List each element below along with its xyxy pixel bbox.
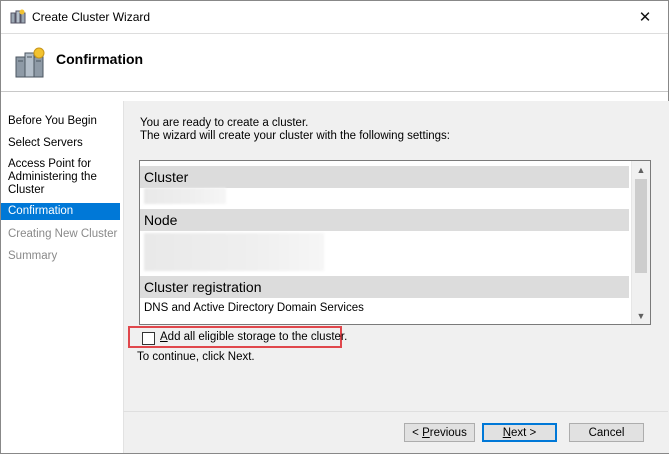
continue-hint: To continue, click Next. (137, 351, 255, 363)
cancel-button[interactable]: Cancel (569, 423, 644, 442)
section-heading-node: Node (140, 209, 629, 231)
step-creating-new-cluster: Creating New Cluster (8, 228, 118, 240)
cluster-app-icon (10, 9, 26, 24)
previous-button[interactable]: < Previous (404, 423, 475, 442)
step-select-servers[interactable]: Select Servers (8, 137, 83, 150)
next-accel: N (502, 426, 512, 439)
intro-line-1: You are ready to create a cluster. (140, 117, 309, 129)
intro-line-2: The wizard will create your cluster with… (140, 130, 450, 142)
scroll-down-icon[interactable]: ▼ (632, 307, 650, 324)
step-before-you-begin[interactable]: Before You Begin (8, 115, 97, 128)
wizard-steps-nav: Before You Begin Select Servers Access P… (1, 101, 123, 453)
step-access-point-line2[interactable]: Administering the (8, 171, 97, 184)
step-confirmation[interactable]: Confirmation (1, 203, 120, 220)
step-summary: Summary (8, 250, 58, 262)
close-button[interactable]: ✕ (622, 1, 668, 32)
wizard-header: Confirmation (1, 34, 668, 92)
scroll-up-icon[interactable]: ▲ (632, 161, 650, 178)
add-storage-checkbox[interactable] (142, 332, 155, 345)
button-divider (123, 411, 668, 412)
vertical-scrollbar[interactable]: ▲ ▼ (631, 161, 650, 324)
previous-prefix: < (412, 426, 423, 439)
next-button[interactable]: Next > (482, 423, 557, 442)
cluster-servers-icon (15, 47, 45, 78)
registration-value: DNS and Active Directory Domain Services (144, 302, 364, 314)
wizard-window: Create Cluster Wizard ✕ Confirmation Bef… (0, 0, 669, 454)
step-access-point-line1[interactable]: Access Point for (8, 158, 91, 171)
close-icon: ✕ (638, 8, 652, 26)
settings-listbox[interactable]: Cluster Node Cluster registration DNS an… (139, 160, 651, 325)
section-heading-cluster: Cluster (140, 166, 629, 188)
previous-accel: P (422, 426, 430, 439)
scroll-thumb[interactable] (635, 179, 647, 273)
section-heading-registration: Cluster registration (140, 276, 629, 298)
next-rest: ext > (511, 426, 537, 439)
step-access-point-line3[interactable]: Cluster (8, 184, 44, 197)
window-title: Create Cluster Wizard (32, 10, 151, 24)
storage-option-highlight: Add all eligible storage to the cluster. (128, 326, 347, 348)
title-bar[interactable]: Create Cluster Wizard ✕ (1, 1, 668, 34)
add-storage-label[interactable]: Add all eligible storage to the cluster. (160, 331, 347, 343)
accel-letter: A (160, 331, 168, 343)
redacted-node-names (144, 233, 324, 271)
page-title: Confirmation (56, 51, 144, 67)
previous-rest: revious (429, 426, 467, 439)
redacted-cluster-name (144, 188, 226, 204)
add-storage-label-rest: dd all eligible storage to the cluster. (167, 331, 348, 343)
main-panel: You are ready to create a cluster. The w… (123, 101, 669, 453)
